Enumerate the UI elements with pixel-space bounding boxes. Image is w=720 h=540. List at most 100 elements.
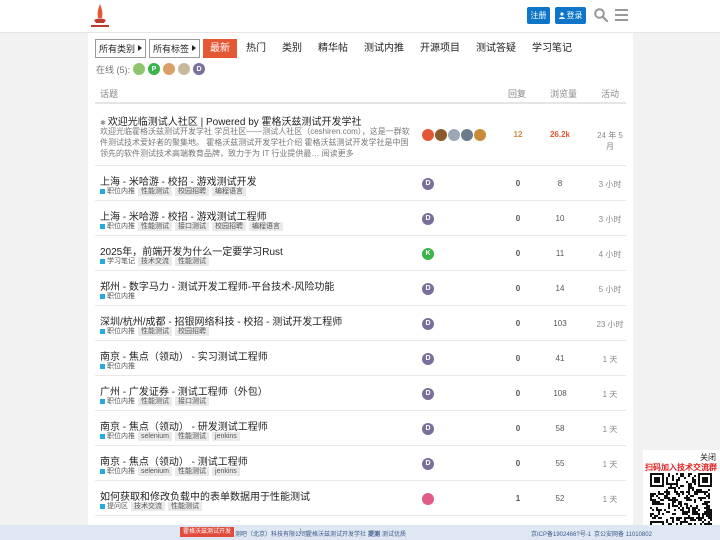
footer-icp-link[interactable]: 京ICP备1902466?号-1 bbox=[531, 529, 591, 538]
tag-badge[interactable]: 性能测试 bbox=[138, 396, 172, 406]
tag-badge[interactable]: 编程语言 bbox=[249, 221, 283, 231]
topic-replies[interactable]: 0 bbox=[503, 284, 533, 293]
tab-4[interactable]: 测试内推 bbox=[357, 39, 411, 58]
poster-avatar[interactable] bbox=[448, 129, 460, 141]
register-button[interactable]: 注册 bbox=[527, 7, 550, 24]
hamburger-menu-icon[interactable] bbox=[615, 9, 628, 21]
tab-6[interactable]: 测试答疑 bbox=[469, 39, 523, 58]
topic-row[interactable]: 如何获取和修改负载中的表单数据用于性能测试 提问区 技术交流 性能测试 1 52 1 天 bbox=[95, 481, 626, 516]
topic-row[interactable]: 上海 - 米哈游 - 校招 - 游戏测试工程师 职位内推 性能测试 接口测试 校园招聘编… bbox=[95, 201, 626, 236]
topic-row[interactable]: 上海 - 米哈游 - 校招 - 游戏测试开发 职位内推 性能测试 校园招聘 编程语言 D 0… bbox=[95, 166, 626, 201]
category-badge[interactable]: 职位内推 bbox=[100, 361, 135, 371]
topic-replies[interactable]: 12 bbox=[503, 130, 533, 139]
topic-activity[interactable]: 1 天 bbox=[593, 424, 627, 435]
category-badge[interactable]: 职位内推 bbox=[100, 396, 135, 406]
tag-badge[interactable]: 性能测试 bbox=[138, 186, 172, 196]
poster-avatar[interactable] bbox=[422, 129, 434, 141]
poster-avatar[interactable]: D bbox=[422, 387, 434, 400]
category-badge[interactable]: 学习笔记 bbox=[100, 256, 135, 266]
topic-row[interactable]: ✱ 欢迎光临测试人社区 | Powered by 霍格沃兹测试开发学社 欢迎光临霍… bbox=[95, 104, 626, 166]
topic-row[interactable]: 2025年，前端开发为什么一定要学习Rust 学习笔记 技术交流 性能测试 K 0 11 4 … bbox=[95, 236, 626, 271]
footer-security-link[interactable]: 京公安网备 11010802 bbox=[594, 529, 652, 538]
poster-avatar[interactable]: D bbox=[422, 177, 434, 190]
topic-replies[interactable]: 0 bbox=[503, 389, 533, 398]
poster-avatar[interactable] bbox=[461, 129, 473, 141]
poster-avatar[interactable]: D bbox=[422, 317, 434, 330]
search-icon[interactable] bbox=[594, 8, 608, 22]
topic-replies[interactable]: 1 bbox=[503, 494, 533, 503]
tab-0[interactable]: 最新 bbox=[203, 38, 238, 58]
tag-badge[interactable]: 性能测试 bbox=[175, 256, 209, 266]
tag-badge[interactable]: 性能测试 bbox=[168, 501, 202, 511]
header-replies[interactable]: 回复 bbox=[508, 87, 526, 100]
poster-avatar[interactable]: K bbox=[422, 247, 434, 260]
poster-avatar[interactable] bbox=[474, 129, 486, 141]
category-badge[interactable]: 提问区 bbox=[100, 501, 128, 511]
topic-replies[interactable]: 0 bbox=[503, 459, 533, 468]
poster-avatar[interactable] bbox=[435, 129, 447, 141]
topic-activity[interactable]: 4 小时 bbox=[593, 249, 627, 260]
topic-activity[interactable]: 1 天 bbox=[593, 354, 627, 365]
category-dropdown[interactable]: 所有类别 bbox=[95, 38, 147, 58]
tab-7[interactable]: 学习笔记 bbox=[525, 39, 579, 58]
footer-school-link[interactable]: 霍格沃兹测试开发学社 bbox=[306, 529, 366, 538]
login-button[interactable]: 登录 bbox=[555, 7, 586, 24]
category-badge[interactable]: 职位内推 bbox=[100, 186, 135, 196]
category-badge[interactable]: 职位内推 bbox=[100, 221, 135, 231]
tab-2[interactable]: 类别 bbox=[275, 39, 309, 58]
tab-1[interactable]: 热门 bbox=[239, 39, 273, 58]
poster-avatar[interactable]: D bbox=[422, 352, 434, 365]
online-avatar[interactable] bbox=[133, 63, 146, 75]
tag-badge[interactable]: selenium bbox=[138, 466, 173, 476]
topic-row[interactable]: 南京 - 焦点（领动） - 研发测试工程师 职位内推 selenium 性能测试 jen… bbox=[95, 411, 626, 446]
tag-badge[interactable]: 技术交流 bbox=[138, 256, 172, 266]
topic-replies[interactable]: 0 bbox=[503, 354, 533, 363]
tag-badge[interactable]: 技术交流 bbox=[131, 501, 165, 511]
tag-badge[interactable]: 性能测试 bbox=[175, 431, 210, 441]
online-avatar[interactable]: P bbox=[148, 63, 161, 75]
topic-row[interactable]: 郑州 - 数字马力 - 测试开发工程师-平台技术-风险功能 职位内推 D 0 14 5 小… bbox=[95, 271, 626, 306]
tag-badge[interactable]: 编程语言 bbox=[212, 186, 246, 196]
topic-replies[interactable]: 0 bbox=[503, 179, 533, 188]
tab-5[interactable]: 开源项目 bbox=[413, 39, 467, 58]
category-badge[interactable]: 职位内推 bbox=[100, 291, 135, 301]
rocket-flame-logo[interactable] bbox=[88, 3, 112, 29]
topic-activity[interactable]: 1 天 bbox=[593, 389, 627, 400]
topic-activity[interactable]: 1 天 bbox=[593, 494, 627, 505]
topic-replies[interactable]: 0 bbox=[503, 214, 533, 223]
footer-tice-link[interactable]: 提测 bbox=[368, 529, 380, 538]
topic-activity[interactable]: 5 小时 bbox=[593, 284, 627, 295]
topic-replies[interactable]: 0 bbox=[503, 249, 533, 258]
tag-badge[interactable]: 校园招聘 bbox=[175, 326, 209, 336]
topic-row[interactable]: 广州 - 广发证券 - 测试工程师（外包） 职位内推 性能测试 接口测试 D 0 108 1 … bbox=[95, 376, 626, 411]
tab-3[interactable]: 精华帖 bbox=[311, 39, 355, 58]
online-avatar[interactable] bbox=[178, 63, 191, 75]
header-views[interactable]: 浏览量 bbox=[550, 87, 577, 100]
footer-company-link[interactable]: 测吧（北京）科技有限公司 bbox=[235, 529, 307, 538]
online-avatar[interactable] bbox=[163, 63, 176, 75]
tag-badge[interactable]: 性能测试 bbox=[175, 466, 210, 476]
topic-replies[interactable]: 0 bbox=[503, 319, 533, 328]
poster-avatar[interactable]: D bbox=[422, 212, 434, 225]
topic-activity[interactable]: 23 小时 bbox=[593, 319, 627, 330]
online-avatar[interactable]: D bbox=[193, 63, 206, 75]
poster-avatar[interactable] bbox=[422, 492, 434, 505]
footer-quality-link[interactable]: 测试优质 bbox=[382, 529, 406, 538]
poster-avatar[interactable]: D bbox=[422, 422, 434, 435]
topic-replies[interactable]: 0 bbox=[503, 424, 533, 433]
category-badge[interactable]: 职位内推 bbox=[100, 326, 135, 336]
tag-badge[interactable]: jenkins bbox=[212, 431, 240, 441]
tag-dropdown[interactable]: 所有标签 bbox=[149, 38, 201, 58]
tag-badge[interactable]: 性能测试 bbox=[138, 221, 172, 231]
tag-badge[interactable]: 接口测试 bbox=[175, 396, 209, 406]
topic-activity[interactable]: 3 小时 bbox=[593, 179, 627, 190]
tag-badge[interactable]: 校园招聘 bbox=[175, 186, 209, 196]
tag-badge[interactable]: jenkins bbox=[212, 466, 240, 476]
tag-badge[interactable]: selenium bbox=[138, 431, 173, 441]
poster-avatar[interactable]: D bbox=[422, 282, 434, 295]
category-badge[interactable]: 职位内推 bbox=[100, 466, 135, 476]
tag-badge[interactable]: 性能测试 bbox=[138, 326, 172, 336]
topic-activity[interactable]: 1 天 bbox=[593, 459, 627, 470]
category-badge[interactable]: 职位内推 bbox=[100, 431, 135, 441]
header-activity[interactable]: 活动 bbox=[601, 87, 619, 100]
